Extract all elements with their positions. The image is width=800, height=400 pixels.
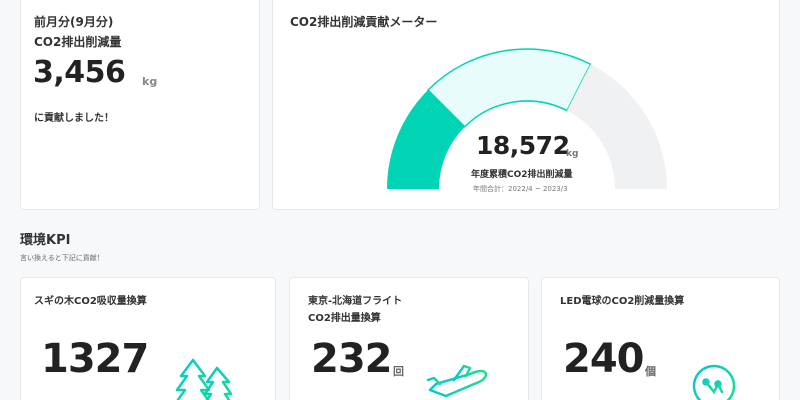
kpi-card-led: LED電球のCO2削減量換算 240 個 bbox=[541, 277, 780, 400]
kpi-section-subtitle: 言い換えると下記に貢献！ bbox=[20, 254, 104, 262]
kpi-title: LED電球のCO2削減量換算 bbox=[560, 293, 684, 310]
kpi-title-line2: CO2排出量換算 bbox=[308, 313, 381, 324]
kpi-value: 232 bbox=[311, 336, 392, 382]
kpi-unit: 個 bbox=[645, 365, 656, 378]
kpi-value: 240 bbox=[563, 336, 644, 382]
kpi-title: スギの木CO2吸収量換算 bbox=[34, 293, 147, 310]
kpi-unit: 回 bbox=[393, 365, 404, 378]
kpi-card-cedar: スギの木CO2吸収量換算 1327 bbox=[20, 277, 276, 400]
meter-unit: kg bbox=[566, 149, 579, 159]
monthly-label: CO2排出削減量 bbox=[34, 35, 122, 49]
kpi-section-title: 環境KPI bbox=[20, 233, 71, 248]
kpi-title-line1: スギの木CO2吸収量換算 bbox=[34, 296, 147, 307]
light-bulb-icon bbox=[692, 364, 736, 400]
monthly-period: 前月分(9月分) bbox=[34, 15, 114, 29]
tree-icon bbox=[175, 358, 233, 400]
monthly-reduction-card: 前月分(9月分) CO2排出削減量 3,456 kg に貢献しました！ bbox=[20, 0, 260, 210]
kpi-title: 東京-北海道フライト CO2排出量換算 bbox=[308, 293, 402, 327]
monthly-note: に貢献しました！ bbox=[34, 113, 114, 124]
kpi-value: 1327 bbox=[41, 336, 149, 382]
gauge-segment-remaining bbox=[566, 64, 667, 189]
monthly-unit: kg bbox=[142, 75, 158, 88]
kpi-card-flight: 東京-北海道フライト CO2排出量換算 232 回 bbox=[289, 277, 529, 400]
airplane-icon bbox=[426, 364, 488, 398]
kpi-title-line1: LED電球のCO2削減量換算 bbox=[560, 296, 685, 307]
reduction-meter-card: CO2排出削減貢献メーター 18,572 kg 年度累積CO2排出削減量 年間合… bbox=[272, 0, 780, 210]
gauge-segment-target bbox=[426, 48, 592, 128]
meter-period: 年間合計：2022/4 ~ 2023/3 bbox=[473, 185, 568, 193]
monthly-value: 3,456 bbox=[33, 55, 126, 90]
meter-label: 年度累積CO2排出削減量 bbox=[471, 170, 573, 180]
meter-value: 18,572 bbox=[476, 131, 570, 160]
kpi-title-line1: 東京-北海道フライト bbox=[308, 296, 403, 307]
